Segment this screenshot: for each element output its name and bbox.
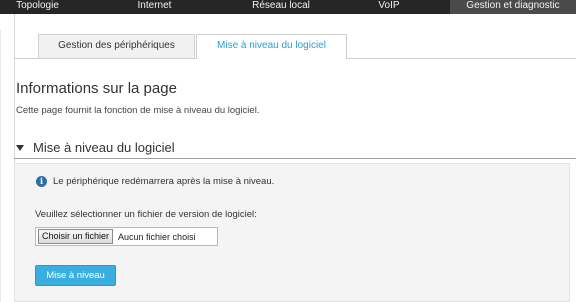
collapse-triangle-icon[interactable] [16, 144, 24, 151]
upgrade-panel: i Le périphérique redémarrera après la m… [14, 163, 570, 302]
nav-item-reseau-local[interactable]: Réseau local [234, 0, 328, 14]
page: Topologie Internet Réseau local VoIP Ges… [0, 0, 576, 302]
nav-item-internet[interactable]: Internet [75, 0, 234, 14]
left-border-outer [0, 30, 1, 302]
tab-device-management[interactable]: Gestion des périphériques [38, 34, 195, 58]
top-navigation: Topologie Internet Réseau local VoIP Ges… [0, 0, 576, 14]
section-title: Mise à niveau du logiciel [33, 139, 175, 155]
upgrade-button[interactable]: Mise à niveau [35, 265, 116, 286]
section-divider [14, 158, 576, 159]
page-description: Cette page fournit la fonction de mise à… [16, 105, 260, 116]
choose-file-button[interactable]: Choisir un fichier [38, 229, 114, 244]
notice-text: Le périphérique redémarrera après la mis… [53, 176, 275, 187]
nav-item-voip[interactable]: VoIP [328, 0, 450, 14]
page-title: Informations sur la page [16, 80, 177, 97]
section-toggle[interactable]: Mise à niveau du logiciel [16, 136, 175, 158]
file-status-text: Aucun fichier choisi [118, 231, 196, 242]
info-icon: i [36, 176, 47, 187]
reboot-notice: i Le périphérique redémarrera après la m… [36, 176, 274, 187]
file-select-label: Veuillez sélectionner un fichier de vers… [35, 209, 257, 220]
nav-item-topologie[interactable]: Topologie [0, 0, 75, 14]
nav-item-gestion-diagnostic[interactable]: Gestion et diagnostic [450, 0, 576, 14]
file-input[interactable]: Choisir un fichier Aucun fichier choisi [35, 227, 218, 246]
tab-software-upgrade[interactable]: Mise à niveau du logiciel [196, 34, 347, 59]
